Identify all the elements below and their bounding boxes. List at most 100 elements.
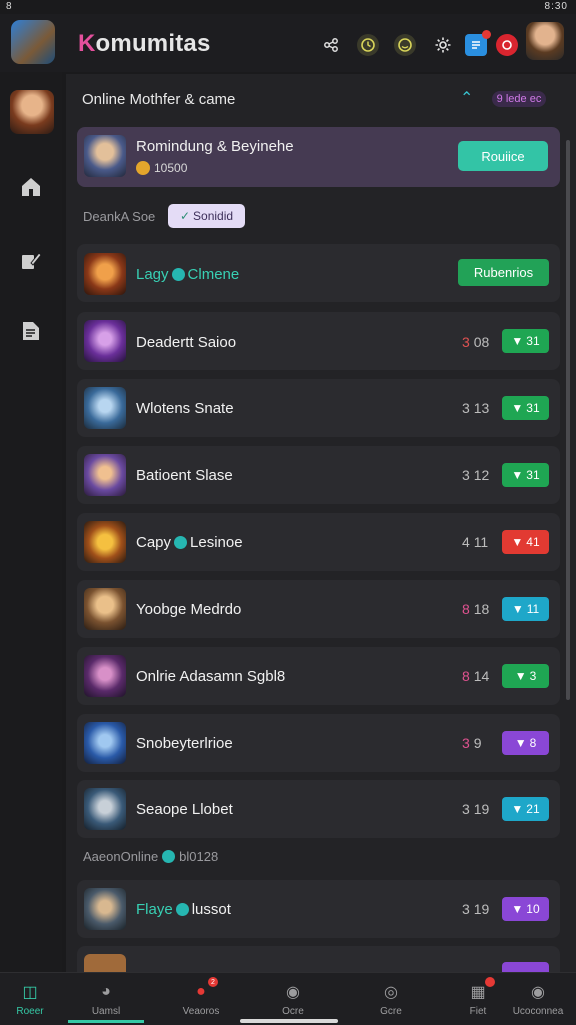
check-icon: ✓ xyxy=(179,209,191,223)
sidebar xyxy=(0,72,62,972)
game-pill[interactable]: ▼ 31 xyxy=(502,329,549,353)
game-pill[interactable] xyxy=(502,962,549,972)
game-stat: 3 9 xyxy=(462,735,482,751)
game-name: Seaope Llobet xyxy=(136,801,233,818)
game-pill[interactable]: ▼ 31 xyxy=(502,463,549,487)
game-thumbnail xyxy=(84,655,126,697)
status-left: 8 xyxy=(6,1,12,12)
tag-icon: ▼ xyxy=(511,535,524,549)
chat-icon[interactable] xyxy=(465,30,491,56)
game-thumbnail xyxy=(84,454,126,496)
game-pill[interactable]: ▼ 41 xyxy=(502,530,549,554)
game-action-button[interactable]: Rubenrios xyxy=(458,259,549,286)
edit-icon[interactable] xyxy=(18,248,44,274)
top-bar: Komumitas xyxy=(0,14,576,72)
game-row-partial[interactable] xyxy=(77,946,560,972)
panel-badge: 9 lede ec xyxy=(492,91,546,107)
clock-icon[interactable] xyxy=(357,34,379,56)
game-thumbnail xyxy=(84,954,126,972)
featured-subtitle: 10500 xyxy=(136,161,187,175)
online-dot-icon xyxy=(175,903,189,916)
chevron-up-icon[interactable]: ⌃ xyxy=(460,88,473,108)
profile-icon: ◉ xyxy=(531,984,545,1001)
game-thumbnail xyxy=(84,521,126,563)
game-thumbnail xyxy=(84,788,126,830)
nav-item-compass[interactable]: ◕ Uamsl xyxy=(70,973,142,1025)
status-bar: 8 8:30 xyxy=(0,0,576,14)
bottom-nav: ◫ Roeer ◕ Uamsl ● 2 Veaoros ◉ Ocre ◎ Gcre… xyxy=(0,972,576,1025)
home-icon[interactable] xyxy=(18,174,44,200)
game-name: Lagy Clmene xyxy=(136,266,240,283)
tag-icon: ▼ xyxy=(511,602,524,616)
game-stat: 8 18 xyxy=(462,601,490,617)
inbox-badge xyxy=(485,977,495,987)
game-name: Snobeyterlrioe xyxy=(136,735,233,752)
home-indicator[interactable] xyxy=(240,1019,338,1023)
sidebar-avatar[interactable] xyxy=(10,90,54,134)
tag-icon: ▼ xyxy=(511,902,524,916)
game-thumbnail xyxy=(84,253,126,295)
tag-icon: ▼ xyxy=(511,401,524,415)
game-stat: 4 11 xyxy=(462,534,489,550)
tag-icon: ▼ xyxy=(514,669,527,683)
store-icon: ◎ xyxy=(384,984,398,1001)
chat-badge xyxy=(482,30,491,39)
panel-title: Online Mothfer & came xyxy=(82,91,236,108)
game-stat: 3 08 xyxy=(462,334,490,350)
compass-icon: ◕ xyxy=(101,983,111,1000)
nav-item-store[interactable]: ◎ Gcre xyxy=(355,973,427,1025)
app-logo[interactable] xyxy=(11,20,55,64)
game-thumbnail xyxy=(84,722,126,764)
game-name: Batioent Slase xyxy=(136,467,233,484)
featured-thumbnail xyxy=(84,135,126,177)
friends-badge: 2 xyxy=(208,977,218,987)
online-dot-icon xyxy=(171,268,185,281)
trophy-icon: ◉ xyxy=(286,984,300,1001)
game-stat: 3 19 xyxy=(462,901,490,917)
game-name: Onlrie Adasamn Sgbl8 xyxy=(136,668,286,685)
featured-title: Romindung & Beyinehe xyxy=(136,138,294,155)
game-name: Capy Lesinoe xyxy=(136,534,243,551)
app-title: Komumitas xyxy=(78,30,211,57)
featured-button[interactable]: Rouiice xyxy=(458,141,548,171)
game-stat: 3 12 xyxy=(462,467,490,483)
game-pill[interactable]: ▼ 8 xyxy=(502,731,549,755)
game-thumbnail xyxy=(84,387,126,429)
emoji-icon[interactable] xyxy=(394,34,416,56)
nav-item-friends[interactable]: ● 2 Veaoros xyxy=(165,973,237,1025)
game-thumbnail xyxy=(84,320,126,362)
game-pill[interactable]: ▼ 11 xyxy=(502,597,549,621)
coin-icon xyxy=(136,161,150,175)
settings-icon[interactable] xyxy=(432,34,454,56)
online-dot-icon xyxy=(174,536,188,549)
online-dot-icon xyxy=(162,850,176,863)
nav-item-profile[interactable]: ◉ Ucoconnea xyxy=(502,973,574,1025)
nav-active-indicator xyxy=(68,1020,144,1023)
game-stat: 8 14 xyxy=(462,668,490,684)
tag-icon: ▼ xyxy=(511,802,524,816)
game-name: Wlotens Snate xyxy=(136,400,234,417)
game-name: Yoobge Medrdo xyxy=(136,601,242,618)
game-pill[interactable]: ▼ 10 xyxy=(502,897,549,921)
game-name: Flaye lussot xyxy=(136,901,231,918)
section2-label: AaeonOnline bl0128 xyxy=(83,849,219,864)
nav-item-trophy[interactable]: ◉ Ocre xyxy=(257,973,329,1025)
game-pill[interactable]: ▼ 3 xyxy=(502,664,549,688)
game-stat: 3 19 xyxy=(462,801,490,817)
tag-icon: ▼ xyxy=(511,468,524,482)
tag-icon: ▼ xyxy=(514,736,527,750)
notification-icon[interactable] xyxy=(496,34,518,56)
inbox-icon: ▦ xyxy=(467,977,495,1003)
game-pill[interactable]: ▼ 31 xyxy=(502,396,549,420)
user-avatar[interactable] xyxy=(526,22,564,60)
document-icon[interactable] xyxy=(18,318,44,344)
filter-chip[interactable]: ✓ Sonidid xyxy=(168,204,245,228)
game-thumbnail xyxy=(84,888,126,930)
scrollbar[interactable] xyxy=(566,140,570,700)
section-label: DeankA Soe xyxy=(83,209,156,224)
game-stat: 3 13 xyxy=(462,400,490,416)
friends-icon: ● 2 xyxy=(190,977,218,1003)
nav-item-games[interactable]: ◫ Roeer xyxy=(0,973,66,1025)
share-icon[interactable] xyxy=(320,34,342,56)
game-pill[interactable]: ▼ 21 xyxy=(502,797,549,821)
